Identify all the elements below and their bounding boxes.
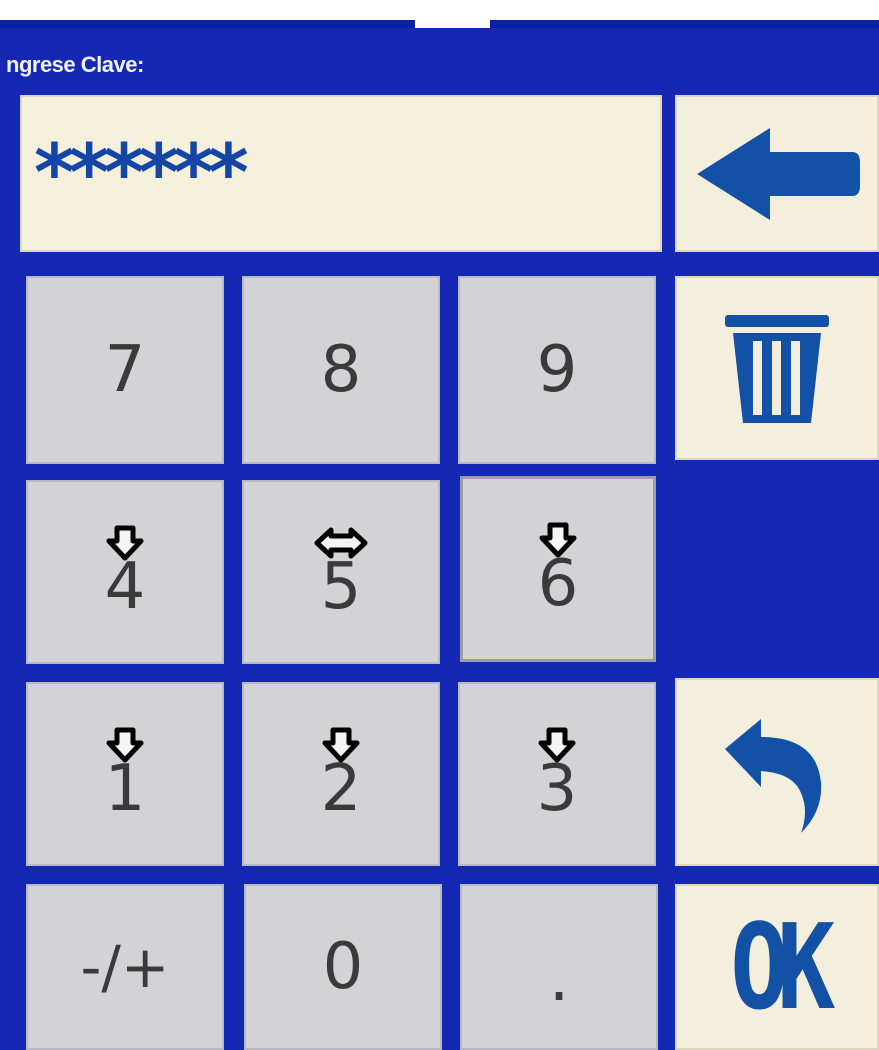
key-3-label: 3 — [536, 752, 578, 826]
key-6-label: 6 — [537, 547, 579, 621]
key-4-label: 4 — [104, 550, 146, 624]
keypad-screen: ngrese Clave: ****** 7 8 9 4 5 6 1 2 3 -… — [0, 0, 879, 1050]
key-6[interactable]: 6 — [460, 476, 656, 662]
backspace-button[interactable] — [675, 95, 879, 252]
trash-icon — [725, 315, 829, 423]
key-3[interactable]: 3 — [458, 682, 656, 866]
key-1[interactable]: 1 — [26, 682, 224, 866]
key-2-label: 2 — [320, 752, 362, 826]
sign-toggle-key[interactable]: -/+ — [26, 884, 224, 1050]
undo-arrow-icon — [725, 719, 822, 833]
prompt-label: ngrese Clave: — [6, 52, 144, 77]
left-arrow-icon — [697, 127, 860, 220]
key-7-label: 7 — [104, 333, 146, 407]
clear-button[interactable] — [675, 276, 879, 460]
key-9[interactable]: 9 — [458, 276, 656, 464]
key-5-label: 5 — [320, 550, 362, 624]
key-8-label: 8 — [320, 333, 362, 407]
key-5[interactable]: 5 — [242, 480, 440, 664]
key-2[interactable]: 2 — [242, 682, 440, 866]
ok-label: OK — [730, 898, 835, 1036]
undo-button[interactable] — [675, 678, 879, 866]
top-tab-right — [490, 20, 879, 28]
top-tab-left — [0, 20, 415, 28]
ok-button[interactable]: OK — [675, 884, 879, 1050]
key-1-label: 1 — [104, 752, 146, 826]
key-4[interactable]: 4 — [26, 480, 224, 664]
sign-toggle-label: -/+ — [80, 933, 170, 1001]
decimal-label: . — [548, 942, 570, 1016]
key-0-label: 0 — [322, 930, 364, 1004]
key-0[interactable]: 0 — [244, 884, 442, 1050]
top-bar — [0, 0, 879, 28]
decimal-key[interactable]: . — [460, 884, 658, 1050]
key-7[interactable]: 7 — [26, 276, 224, 464]
password-field[interactable]: ****** — [20, 95, 662, 252]
key-8[interactable]: 8 — [242, 276, 440, 464]
key-9-label: 9 — [536, 333, 578, 407]
password-value: ****** — [34, 129, 249, 219]
